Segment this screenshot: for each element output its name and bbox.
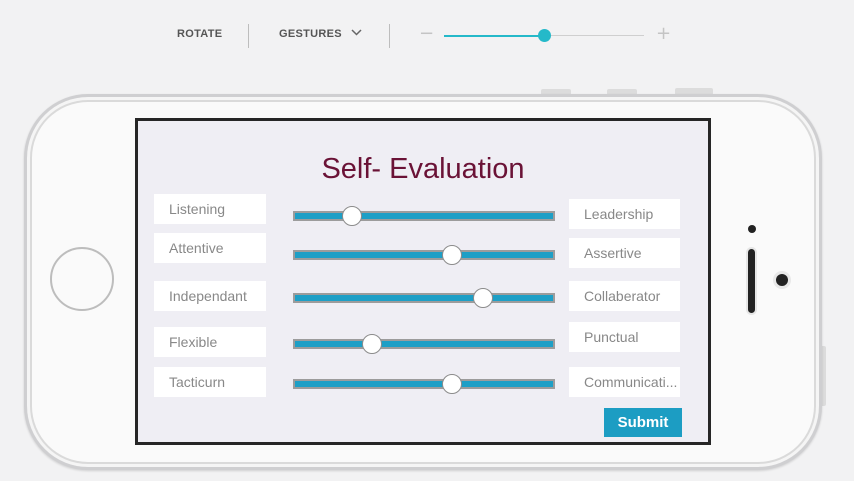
slider-handle[interactable] (442, 374, 463, 394)
toolbar-divider (389, 24, 390, 48)
slider-handle[interactable] (362, 334, 383, 354)
trait-label-right: Punctual (569, 322, 680, 352)
trait-label-left: Listening (154, 194, 266, 224)
trait-label-right: Communicati... (569, 367, 680, 397)
trait-label-right: Leadership (569, 199, 680, 229)
trait-slider[interactable] (293, 206, 555, 226)
slider-handle[interactable] (473, 288, 494, 308)
app-screen: Self- Evaluation Listening Leadership At… (135, 118, 711, 445)
toolbar-divider (248, 24, 249, 48)
gestures-dropdown[interactable]: GESTURES (279, 28, 362, 40)
trait-slider[interactable] (293, 374, 555, 394)
zoom-slider[interactable] (444, 29, 644, 42)
device-toolbar: ROTATE GESTURES − + (0, 0, 854, 70)
zoom-slider-handle[interactable] (538, 29, 551, 42)
trait-label-left: Independant (154, 281, 266, 311)
trait-label-left: Tacticurn (154, 367, 266, 397)
front-camera (776, 274, 788, 286)
trait-slider[interactable] (293, 288, 555, 308)
submit-button[interactable]: Submit (604, 408, 682, 437)
trait-label-left: Attentive (154, 233, 266, 263)
trait-slider[interactable] (293, 334, 555, 354)
earpiece-speaker (748, 249, 755, 313)
trait-label-right: Assertive (569, 238, 680, 268)
slider-handle[interactable] (341, 206, 362, 226)
trait-label-right: Collaberator (569, 281, 680, 311)
rotate-button[interactable]: ROTATE (177, 28, 222, 40)
trait-slider[interactable] (293, 245, 555, 265)
page-title: Self- Evaluation (321, 153, 525, 185)
gestures-label: GESTURES (279, 28, 342, 40)
chevron-down-icon (351, 27, 362, 39)
trait-label-left: Flexible (154, 327, 266, 357)
zoom-out-button[interactable]: − (419, 25, 434, 43)
home-button[interactable] (50, 247, 114, 311)
zoom-in-button[interactable]: + (656, 25, 671, 43)
sensor-dot (748, 225, 756, 233)
zoom-slider-fill (444, 34, 544, 37)
slider-handle[interactable] (442, 245, 463, 265)
